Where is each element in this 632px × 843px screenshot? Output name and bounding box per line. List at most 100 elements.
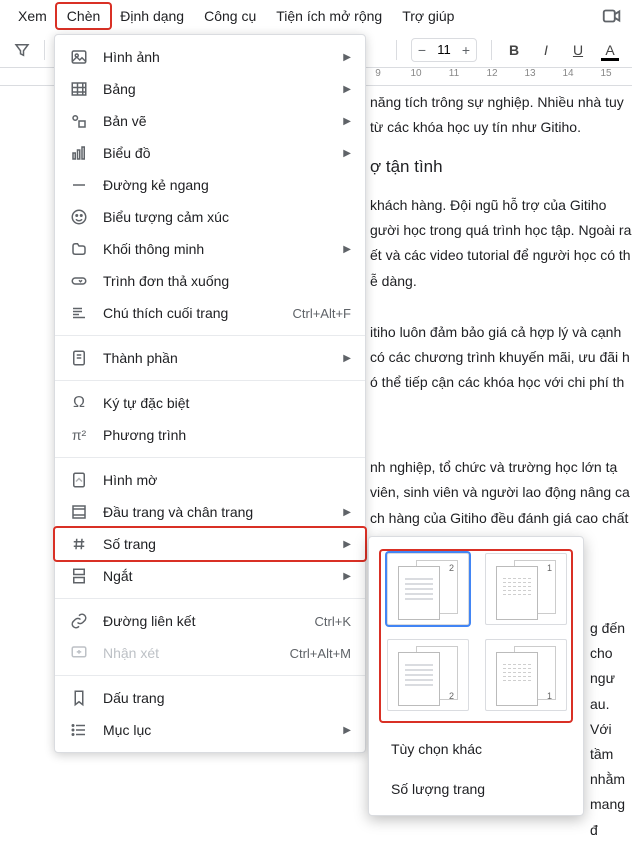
body-text: từ các khóa học uy tín như Gitiho. (370, 115, 632, 140)
page-numbers-submenu: 2 1 2 1 Tùy chọn khác Số lượng trang (368, 536, 584, 816)
italic-button[interactable]: I (532, 36, 560, 64)
menu-divider (55, 457, 365, 458)
menu-label: Phương trình (103, 427, 351, 443)
ruler-label: 15 (600, 68, 611, 79)
menu-item-table[interactable]: Bảng▶ (55, 73, 365, 105)
menu-item-page-numbers[interactable]: Số trang▶ (55, 528, 365, 560)
submenu-arrow-icon: ▶ (343, 148, 351, 159)
underline-button[interactable]: U (564, 36, 592, 64)
menu-item-special-chars[interactable]: ΩKý tự đặc biệt (55, 387, 365, 419)
dropdown-field-icon (69, 271, 89, 291)
menu-item-footnote[interactable]: Chú thích cuối trang Ctrl+Alt+F (55, 297, 365, 329)
body-text: itiho luôn đảm bảo giá cả hợp lý và cạnh… (370, 320, 632, 396)
menu-label: Ngắt (103, 568, 329, 584)
break-icon (69, 566, 89, 586)
menu-item-table-of-contents[interactable]: Mục lục ▶ (55, 714, 365, 746)
submenu-arrow-icon: ▶ (343, 52, 351, 63)
menu-item-watermark[interactable]: Hình mờ (55, 464, 365, 496)
bookmark-icon (69, 688, 89, 708)
toc-icon (69, 720, 89, 740)
menu-label: Bảng (103, 81, 329, 97)
building-blocks-icon (69, 348, 89, 368)
submenu-more-options[interactable]: Tùy chọn khác (381, 729, 571, 769)
menu-label: Khối thông minh (103, 241, 329, 257)
menu-label: Bản vẽ (103, 113, 329, 129)
heading: ợ tận tình (370, 152, 632, 183)
pi-icon: π² (69, 425, 89, 445)
menu-help[interactable]: Trợ giúp (392, 4, 464, 28)
submenu-arrow-icon: ▶ (343, 725, 351, 736)
ruler-label: 14 (562, 68, 573, 79)
menu-item-comment: Nhận xétCtrl+Alt+M (55, 637, 365, 669)
menu-label: Thành phần (103, 350, 329, 366)
menu-view[interactable]: Xem (8, 4, 57, 28)
font-size-decrease-button[interactable]: − (412, 39, 432, 61)
ruler-label: 12 (486, 68, 497, 79)
menu-label: Đầu trang và chân trang (103, 504, 329, 520)
menu-item-building-blocks[interactable]: Thành phần▶ (55, 342, 365, 374)
menu-label: Chú thích cuối trang (103, 305, 278, 321)
link-icon (69, 611, 89, 631)
menu-format[interactable]: Định dạng (110, 4, 194, 28)
bold-button[interactable]: B (500, 36, 528, 64)
preset-header-right[interactable]: 2 (387, 553, 469, 625)
page-number-presets: 2 1 2 1 (381, 551, 571, 721)
shortcut-label: Ctrl+Alt+F (292, 306, 351, 321)
menu-bar: Xem Chèn Định dạng Công cụ Tiện ích mở r… (0, 0, 632, 32)
menu-divider (55, 380, 365, 381)
menu-label: Mục lục (103, 722, 329, 738)
ruler-label: 11 (449, 68, 459, 79)
menu-item-drawing[interactable]: Bản vẽ ▶ (55, 105, 365, 137)
body-text: năng tích trông sự nghiệp. Nhiều nhà tuy (370, 90, 632, 115)
submenu-arrow-icon: ▶ (343, 116, 351, 127)
menu-label: Ký tự đặc biệt (103, 395, 351, 411)
comment-icon (69, 643, 89, 663)
menu-divider (55, 675, 365, 676)
ruler-label: 13 (524, 68, 535, 79)
video-call-icon[interactable] (600, 4, 624, 28)
preset-header-right-skip-first[interactable]: 1 (485, 553, 567, 625)
menu-label: Biểu đồ (103, 145, 329, 161)
submenu-arrow-icon: ▶ (343, 507, 351, 518)
shortcut-label: Ctrl+K (315, 614, 351, 629)
menu-insert[interactable]: Chèn (57, 4, 110, 28)
menu-item-image[interactable]: Hình ảnh ▶ (55, 41, 365, 73)
chart-icon (69, 143, 89, 163)
menu-item-emoji[interactable]: Biểu tượng cảm xúc (55, 201, 365, 233)
menu-item-break[interactable]: Ngắt▶ (55, 560, 365, 592)
horizontal-line-icon (69, 175, 89, 195)
body-text: khách hàng. Đội ngũ hỗ trợ của Gitiho gư… (370, 193, 632, 294)
menu-item-dropdown[interactable]: Trình đơn thả xuống (55, 265, 365, 297)
menu-label: Hình ảnh (103, 49, 329, 65)
menu-item-headers-footers[interactable]: Đầu trang và chân trang ▶ (55, 496, 365, 528)
image-icon (69, 47, 89, 67)
menu-tools[interactable]: Công cụ (194, 4, 266, 28)
preset-footer-right-skip-first[interactable]: 1 (485, 639, 567, 711)
font-size-control: − + (411, 38, 477, 62)
menu-item-smart-chips[interactable]: Khối thông minh▶ (55, 233, 365, 265)
preset-footer-right[interactable]: 2 (387, 639, 469, 711)
filter-icon[interactable] (8, 36, 36, 64)
text-color-button[interactable]: A (596, 36, 624, 64)
menu-divider (55, 335, 365, 336)
menu-item-link[interactable]: Đường liên kết Ctrl+K (55, 605, 365, 637)
menu-label: Đường kẻ ngang (103, 177, 351, 193)
shortcut-label: Ctrl+Alt+M (290, 646, 351, 661)
menu-item-horizontal-line[interactable]: Đường kẻ ngang (55, 169, 365, 201)
menu-label: Dấu trang (103, 690, 351, 706)
font-size-input[interactable] (432, 39, 456, 61)
menu-extensions[interactable]: Tiện ích mở rộng (266, 4, 392, 28)
menu-label: Hình mờ (103, 472, 351, 488)
font-size-increase-button[interactable]: + (456, 39, 476, 61)
ruler-label: 9 (375, 68, 381, 79)
submenu-page-count[interactable]: Số lượng trang (381, 769, 571, 809)
menu-label: Biểu tượng cảm xúc (103, 209, 351, 225)
menu-label: Số trang (103, 536, 329, 552)
table-icon (69, 79, 89, 99)
hash-icon (69, 534, 89, 554)
menu-label: Đường liên kết (103, 613, 301, 629)
menu-item-bookmark[interactable]: Dấu trang (55, 682, 365, 714)
menu-item-equation[interactable]: π² Phương trình (55, 419, 365, 451)
smart-chip-icon (69, 239, 89, 259)
menu-item-chart[interactable]: Biểu đồ ▶ (55, 137, 365, 169)
